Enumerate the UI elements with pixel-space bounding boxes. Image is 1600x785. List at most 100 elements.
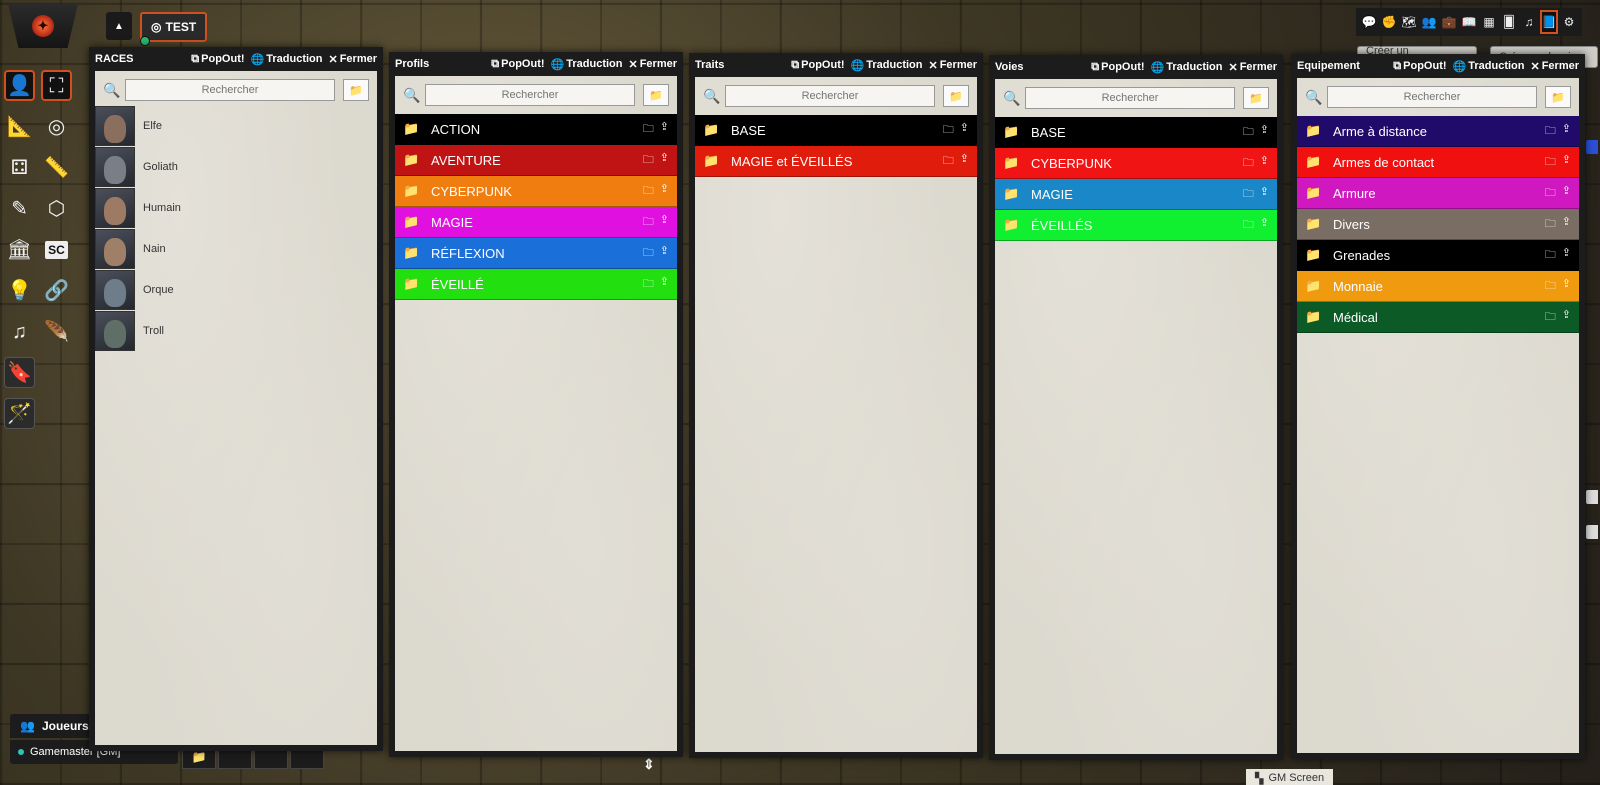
items-tab[interactable]: 💼 bbox=[1440, 10, 1458, 34]
create-subfolder-icon[interactable]: 🗀 bbox=[943, 152, 954, 171]
upload-icon[interactable]: ⇪ bbox=[660, 275, 669, 294]
upload-icon[interactable]: ⇪ bbox=[1562, 153, 1571, 172]
race-entry[interactable]: Orque bbox=[95, 269, 377, 310]
create-subfolder-icon[interactable]: 🗀 bbox=[1545, 246, 1556, 265]
cards-tab[interactable]: 🂠 bbox=[1500, 10, 1518, 34]
folder-row[interactable]: 📁 MAGIE 🗀 ⇪ bbox=[395, 207, 677, 238]
search-input[interactable] bbox=[1025, 87, 1235, 109]
search-input[interactable] bbox=[1327, 86, 1537, 108]
folder-row[interactable]: 📁 AVENTURE 🗀 ⇪ bbox=[395, 145, 677, 176]
search-input[interactable] bbox=[125, 79, 335, 101]
window-header[interactable]: Profils ⧉ PopOut! 🌐 Traduction ✕ Fermer bbox=[389, 52, 683, 76]
create-subfolder-icon[interactable]: 🗀 bbox=[1243, 216, 1254, 235]
create-subfolder-icon[interactable]: 🗀 bbox=[1243, 185, 1254, 204]
folder-row[interactable]: 📁 MAGIE et ÉVEILLÉS 🗀 ⇪ bbox=[695, 146, 977, 177]
scenes-tab[interactable]: 🗺 bbox=[1400, 10, 1418, 34]
create-subfolder-icon[interactable]: 🗀 bbox=[643, 151, 654, 170]
folder-row[interactable]: 📁 ÉVEILLÉ 🗀 ⇪ bbox=[395, 269, 677, 300]
translate-button[interactable]: 🌐 Traduction bbox=[851, 59, 923, 72]
ruler-tool-button[interactable]: 📏 bbox=[41, 152, 72, 183]
create-subfolder-icon[interactable]: 🗀 bbox=[1545, 153, 1556, 172]
folder-row[interactable]: 📁 BASE 🗀 ⇪ bbox=[695, 115, 977, 146]
app-logo[interactable]: ✦ bbox=[8, 4, 78, 48]
create-subfolder-icon[interactable]: 🗀 bbox=[1545, 215, 1556, 234]
upload-icon[interactable]: ⇪ bbox=[1260, 123, 1269, 142]
translate-button[interactable]: 🌐 Traduction bbox=[1453, 60, 1525, 73]
tiles-button[interactable]: ⚃ bbox=[4, 152, 35, 183]
upload-icon[interactable]: ⇪ bbox=[660, 151, 669, 170]
folder-row[interactable]: 📁 RÉFLEXION 🗀 ⇪ bbox=[395, 238, 677, 269]
race-entry[interactable]: Troll bbox=[95, 310, 377, 351]
create-subfolder-icon[interactable]: 🗀 bbox=[643, 244, 654, 263]
walls-button[interactable]: 🏛 bbox=[4, 234, 35, 265]
upload-icon[interactable]: ⇪ bbox=[660, 213, 669, 232]
combat-tab[interactable]: ✊ bbox=[1380, 10, 1398, 34]
search-input[interactable] bbox=[425, 84, 635, 106]
drawing-button[interactable]: ✎ bbox=[4, 193, 35, 224]
window-header[interactable]: Traits ⧉ PopOut! 🌐 Traduction ✕ Fermer bbox=[689, 53, 983, 77]
journal-tab[interactable]: 📖 bbox=[1460, 10, 1478, 34]
create-subfolder-icon[interactable]: 🗀 bbox=[643, 213, 654, 232]
sidebar-edge-tab[interactable] bbox=[1586, 140, 1598, 154]
fullscreen-button[interactable]: ⛶ bbox=[41, 70, 72, 101]
create-subfolder-icon[interactable]: 🗀 bbox=[943, 121, 954, 140]
create-subfolder-icon[interactable]: 🗀 bbox=[643, 275, 654, 294]
close-button[interactable]: ✕ Fermer bbox=[1530, 60, 1579, 73]
scene-tab[interactable]: ◎ TEST bbox=[140, 12, 208, 46]
scene-config-button[interactable]: SC bbox=[41, 234, 72, 265]
race-entry[interactable]: Elfe bbox=[95, 105, 377, 146]
folder-row[interactable]: 📁 ÉVEILLÉS 🗀 ⇪ bbox=[995, 210, 1277, 241]
upload-icon[interactable]: ⇪ bbox=[660, 182, 669, 201]
gm-screen-button[interactable]: ▚ GM Screen bbox=[1246, 769, 1334, 785]
folder-row[interactable]: 📁 MAGIE 🗀 ⇪ bbox=[995, 179, 1277, 210]
popout-button[interactable]: ⧉ PopOut! bbox=[1393, 60, 1446, 73]
race-entry[interactable]: Humain bbox=[95, 187, 377, 228]
create-subfolder-icon[interactable]: 🗀 bbox=[1545, 122, 1556, 141]
translate-button[interactable]: 🌐 Traduction bbox=[251, 53, 323, 66]
upload-icon[interactable]: ⇪ bbox=[960, 152, 969, 171]
create-folder-button[interactable]: 📁 bbox=[343, 79, 369, 101]
folder-row[interactable]: 📁 Monnaie 🗀 ⇪ bbox=[1297, 271, 1579, 302]
compendium-tab[interactable]: 📘 bbox=[1540, 10, 1558, 34]
create-subfolder-icon[interactable]: 🗀 bbox=[1243, 154, 1254, 173]
sidebar-edge-tab[interactable] bbox=[1586, 490, 1598, 504]
sidebar-edge-tab[interactable] bbox=[1586, 525, 1598, 539]
upload-icon[interactable]: ⇪ bbox=[1260, 216, 1269, 235]
create-subfolder-icon[interactable]: 🗀 bbox=[1545, 308, 1556, 327]
target-button[interactable]: ◎ bbox=[41, 111, 72, 142]
folder-row[interactable]: 📁 Divers 🗀 ⇪ bbox=[1297, 209, 1579, 240]
sounds-button[interactable]: ♫ bbox=[4, 316, 35, 347]
actors-tab[interactable]: 👥 bbox=[1420, 10, 1438, 34]
create-subfolder-icon[interactable]: 🗀 bbox=[643, 120, 654, 139]
create-subfolder-icon[interactable]: 🗀 bbox=[1243, 123, 1254, 142]
playlists-tab[interactable]: ♫ bbox=[1520, 10, 1538, 34]
folder-row[interactable]: 📁 ACTION 🗀 ⇪ bbox=[395, 114, 677, 145]
close-button[interactable]: ✕ Fermer bbox=[1228, 61, 1277, 74]
links-button[interactable]: 🔗 bbox=[41, 275, 72, 306]
close-button[interactable]: ✕ Fermer bbox=[628, 58, 677, 71]
upload-icon[interactable]: ⇪ bbox=[1562, 184, 1571, 203]
upload-icon[interactable]: ⇪ bbox=[960, 121, 969, 140]
race-entry[interactable]: Nain bbox=[95, 228, 377, 269]
search-input[interactable] bbox=[725, 85, 935, 107]
translate-button[interactable]: 🌐 Traduction bbox=[551, 58, 623, 71]
notes-button[interactable]: 🪶 bbox=[41, 316, 72, 347]
window-header[interactable]: Equipement ⧉ PopOut! 🌐 Traduction ✕ Fermer bbox=[1291, 54, 1585, 78]
popout-button[interactable]: ⧉ PopOut! bbox=[191, 53, 244, 66]
create-folder-button[interactable]: 📁 bbox=[1545, 86, 1571, 108]
measure-button[interactable]: 📐 bbox=[4, 111, 35, 142]
lighting-button[interactable]: 💡 bbox=[4, 275, 35, 306]
folder-row[interactable]: 📁 Armure 🗀 ⇪ bbox=[1297, 178, 1579, 209]
popout-button[interactable]: ⧉ PopOut! bbox=[791, 59, 844, 72]
create-folder-button[interactable]: 📁 bbox=[943, 85, 969, 107]
create-folder-button[interactable]: 📁 bbox=[1243, 87, 1269, 109]
folder-row[interactable]: 📁 BASE 🗀 ⇪ bbox=[995, 117, 1277, 148]
window-header[interactable]: Voies ⧉ PopOut! 🌐 Traduction ✕ Fermer bbox=[989, 55, 1283, 79]
folder-row[interactable]: 📁 Médical 🗀 ⇪ bbox=[1297, 302, 1579, 333]
upload-icon[interactable]: ⇪ bbox=[1562, 215, 1571, 234]
close-button[interactable]: ✕ Fermer bbox=[928, 59, 977, 72]
upload-icon[interactable]: ⇪ bbox=[1562, 246, 1571, 265]
folder-row[interactable]: 📁 Grenades 🗀 ⇪ bbox=[1297, 240, 1579, 271]
upload-icon[interactable]: ⇪ bbox=[1260, 154, 1269, 173]
close-button[interactable]: ✕ Fermer bbox=[328, 53, 377, 66]
